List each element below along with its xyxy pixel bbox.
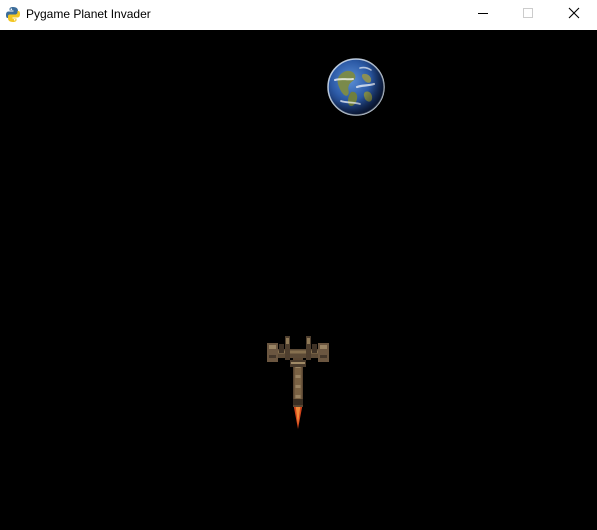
minimize-icon	[477, 6, 489, 24]
earth-planet-icon	[327, 58, 385, 116]
window-title: Pygame Planet Invader	[26, 7, 151, 21]
game-window: Pygame Planet Invader	[0, 0, 597, 530]
minimize-button[interactable]	[460, 0, 506, 30]
maximize-icon	[522, 6, 534, 24]
pygame-snake-icon	[5, 6, 21, 23]
close-button[interactable]	[551, 0, 597, 30]
maximize-button[interactable]	[505, 0, 551, 30]
close-icon	[568, 6, 580, 24]
spaceship-icon	[264, 335, 332, 430]
game-canvas[interactable]	[0, 30, 597, 530]
title-bar[interactable]: Pygame Planet Invader	[0, 0, 597, 30]
